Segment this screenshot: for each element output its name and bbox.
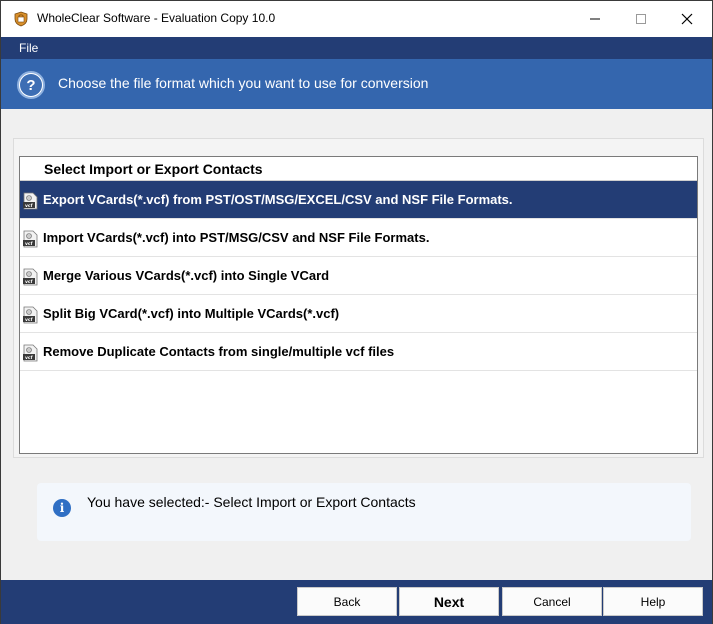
menu-file[interactable]: File [19,41,38,55]
list-item-label: Import VCards(*.vcf) into PST/MSG/CSV an… [43,230,430,245]
close-button[interactable] [664,1,710,37]
app-window: WholeClear Software - Evaluation Copy 10… [0,0,713,624]
close-icon [681,13,693,25]
maximize-button[interactable] [618,1,664,37]
question-icon: ? [17,71,45,99]
svg-text:vcf: vcf [25,279,33,285]
title-bar: WholeClear Software - Evaluation Copy 10… [1,1,712,37]
svg-text:vcf: vcf [25,317,33,323]
minimize-icon [590,18,600,20]
vcf-file-icon: vcf [23,192,38,210]
svg-text:vcf: vcf [25,355,33,361]
options-list[interactable]: Select Import or Export Contacts vcf Exp… [19,156,698,454]
list-item-label: Export VCards(*.vcf) from PST/OST/MSG/EX… [43,192,513,207]
instruction-text: Choose the file format which you want to… [58,75,429,91]
list-item-import-vcards[interactable]: vcf Import VCards(*.vcf) into PST/MSG/CS… [20,219,697,257]
window-title: WholeClear Software - Evaluation Copy 10… [37,11,276,25]
maximize-icon [636,14,646,24]
cancel-button[interactable]: Cancel [502,587,602,616]
selection-status-text: You have selected:- Select Import or Exp… [87,494,416,510]
list-item-export-vcards[interactable]: vcf Export VCards(*.vcf) from PST/OST/MS… [20,181,697,219]
footer-bar: Back Next Cancel Help [1,580,712,624]
vcf-file-icon: vcf [23,230,38,248]
app-logo-icon [14,11,28,27]
svg-text:vcf: vcf [25,241,33,247]
question-mark-glyph: ? [20,74,42,96]
list-item-label: Merge Various VCards(*.vcf) into Single … [43,268,330,283]
list-item-remove-duplicates[interactable]: vcf Remove Duplicate Contacts from singl… [20,333,697,371]
list-item-label: Split Big VCard(*.vcf) into Multiple VCa… [43,306,340,321]
minimize-button[interactable] [572,1,618,37]
vcf-file-icon: vcf [23,306,38,324]
info-icon: i [53,499,71,517]
svg-text:vcf: vcf [25,203,33,209]
vcf-file-icon: vcf [23,344,38,362]
selection-info-box: i You have selected:- Select Import or E… [37,483,691,541]
next-button[interactable]: Next [399,587,499,616]
list-item-label: Remove Duplicate Contacts from single/mu… [43,344,395,359]
menu-bar: File [1,37,712,59]
back-button[interactable]: Back [297,587,397,616]
vcf-file-icon: vcf [23,268,38,286]
instruction-banner: ? Choose the file format which you want … [1,59,712,109]
list-header: Select Import or Export Contacts [20,157,697,181]
help-button[interactable]: Help [603,587,703,616]
list-item-split-vcard[interactable]: vcf Split Big VCard(*.vcf) into Multiple… [20,295,697,333]
list-item-merge-vcards[interactable]: vcf Merge Various VCards(*.vcf) into Sin… [20,257,697,295]
